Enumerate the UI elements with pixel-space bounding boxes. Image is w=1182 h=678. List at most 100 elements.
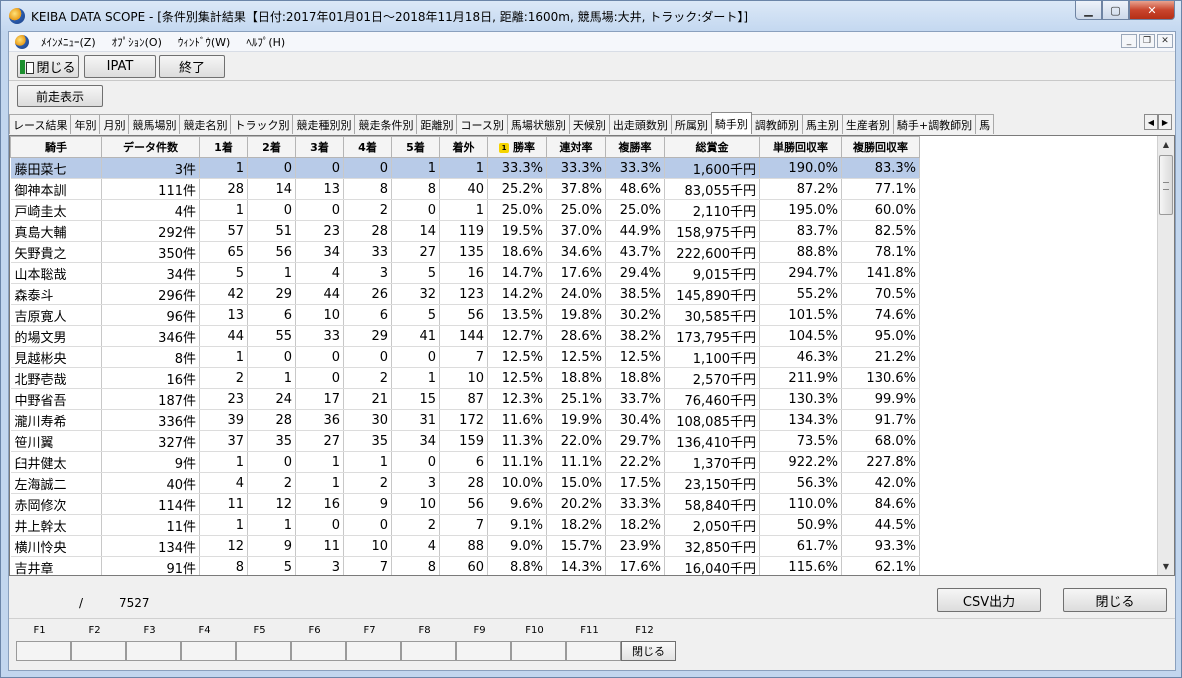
- table-row[interactable]: 藤田菜七 3件 1 0 0 0 1 1 33.3% 33.3% 33.3% 1,600千円 190.0%…: [10, 157, 920, 179]
- jockey-name-cell: 井上幹太: [10, 514, 102, 536]
- tab-scroll-left-icon[interactable]: ◀: [1144, 114, 1158, 130]
- table-row[interactable]: 臼井健太 9件 1 0 1 1 0 6 11.1% 11.1% 22.2% 1,370千円 922.2%…: [10, 451, 920, 473]
- scroll-up-icon[interactable]: ▲: [1158, 136, 1174, 153]
- scroll-down-icon[interactable]: ▼: [1158, 558, 1174, 575]
- table-cell: 296件: [101, 283, 200, 305]
- table-row[interactable]: 山本聡哉 34件 5 1 4 3 5 16 14.7% 17.6% 29.4% 9,015千円 294.…: [10, 262, 920, 284]
- close-window-button[interactable]: ✕: [1129, 1, 1175, 20]
- column-header-0[interactable]: 騎手: [10, 136, 102, 158]
- title-bar[interactable]: KEIBA DATA SCOPE - [条件別集計結果【日付:2017年01月0…: [1, 1, 1181, 31]
- close-button[interactable]: 閉じる: [1063, 588, 1167, 612]
- tab-19[interactable]: 馬: [975, 114, 995, 134]
- ipat-button[interactable]: IPAT: [84, 55, 156, 78]
- table-row[interactable]: 笹川翼 327件 37 35 27 35 34 159 11.3% 22.0% 29.7% 136,4…: [10, 430, 920, 452]
- column-header-2[interactable]: 1着: [199, 136, 248, 158]
- exit-button[interactable]: 終了: [159, 55, 225, 78]
- scroll-thumb[interactable]: [1159, 155, 1173, 215]
- column-header-3[interactable]: 2着: [247, 136, 296, 158]
- vertical-scrollbar[interactable]: ▲ ▼: [1157, 136, 1174, 575]
- table-row[interactable]: 中野省吾 187件 23 24 17 21 15 87 12.3% 25.1% 33.7% 76,46…: [10, 388, 920, 410]
- column-header-12[interactable]: 単勝回収率: [759, 136, 842, 158]
- tab-16[interactable]: 馬主別: [801, 114, 843, 134]
- table-row[interactable]: 真島大輔 292件 57 51 23 28 14 119 19.5% 37.0% 44.9% 158,…: [10, 220, 920, 242]
- fkey-button-7[interactable]: [346, 641, 401, 661]
- fkey-button-3[interactable]: [126, 641, 181, 661]
- table-cell: 15.0%: [546, 472, 606, 494]
- menu-main[interactable]: ﾒｲﾝﾒﾆｭｰ(Z): [33, 34, 104, 50]
- column-header-9[interactable]: 連対率: [546, 136, 606, 158]
- column-header-5[interactable]: 4着: [343, 136, 392, 158]
- tab-8[interactable]: 距離別: [416, 114, 458, 134]
- minimize-button[interactable]: ▁: [1075, 1, 1102, 20]
- mdi-minimize-button[interactable]: _: [1121, 34, 1137, 48]
- table-row[interactable]: 的場文男 346件 44 55 33 29 41 144 12.7% 28.6% 38.2% 173,…: [10, 325, 920, 347]
- menu-help[interactable]: ﾍﾙﾌﾟ(H): [238, 34, 293, 50]
- tab-2[interactable]: 月別: [99, 114, 130, 134]
- tab-14[interactable]: 騎手別: [710, 112, 752, 134]
- table-row[interactable]: 森泰斗 296件 42 29 44 26 32 123 14.2% 24.0% 38.5% 145,8…: [10, 283, 920, 305]
- fkey-button-11[interactable]: [566, 641, 621, 661]
- tab-5[interactable]: トラック別: [230, 114, 294, 134]
- tab-9[interactable]: コース別: [456, 114, 508, 134]
- table-row[interactable]: 瀧川寿希 336件 39 28 36 30 31 172 11.6% 19.9% 30.4% 108,…: [10, 409, 920, 431]
- mdi-close-button[interactable]: ✕: [1157, 34, 1173, 48]
- toolbar-close-button[interactable]: 閉じる: [17, 55, 79, 78]
- column-header-4[interactable]: 3着: [295, 136, 344, 158]
- document-logo-icon[interactable]: [15, 34, 29, 49]
- tab-11[interactable]: 天候別: [568, 114, 610, 134]
- table-row[interactable]: 吉原寛人 96件 13 6 10 6 5 56 13.5% 19.8% 30.2% 30,585千円 1…: [10, 304, 920, 326]
- tab-13[interactable]: 所属別: [670, 114, 712, 134]
- table-row[interactable]: 矢野貴之 350件 65 56 34 33 27 135 18.6% 34.6% 43.7% 222,…: [10, 241, 920, 263]
- table-row[interactable]: 見越彬央 8件 1 0 0 0 0 7 12.5% 12.5% 12.5% 1,100千円 46.3% 2…: [10, 346, 920, 368]
- table-cell: 17.6%: [546, 262, 606, 284]
- column-header-7[interactable]: 着外: [439, 136, 488, 158]
- tab-18[interactable]: 騎手+調教師別: [892, 114, 977, 134]
- table-row[interactable]: 左海誠二 40件 4 2 1 2 3 28 10.0% 15.0% 17.5% 23,150千円 56.…: [10, 472, 920, 494]
- table-cell: 96件: [101, 304, 200, 326]
- fkey-button-12[interactable]: 閉じる: [621, 641, 676, 661]
- tab-4[interactable]: 競走名別: [179, 114, 232, 134]
- fkey-button-5[interactable]: [236, 641, 291, 661]
- table-row[interactable]: 横川怜央 134件 12 9 11 10 4 88 9.0% 15.7% 23.9% 32,850千円…: [10, 535, 920, 557]
- column-header-8[interactable]: 1 勝率: [487, 136, 547, 158]
- prev-race-button[interactable]: 前走表示: [17, 85, 103, 107]
- column-header-6[interactable]: 5着: [391, 136, 440, 158]
- table-row[interactable]: 井上幹太 11件 1 1 0 0 2 7 9.1% 18.2% 18.2% 2,050千円 50.9% 4…: [10, 514, 920, 536]
- table-row[interactable]: 戸崎圭太 4件 1 0 0 2 0 1 25.0% 25.0% 25.0% 2,110千円 195.0%…: [10, 199, 920, 221]
- fkey-button-8[interactable]: [401, 641, 456, 661]
- table-row[interactable]: 北野壱哉 16件 2 1 0 2 1 10 12.5% 18.8% 18.8% 2,570千円 211.…: [10, 367, 920, 389]
- fkey-button-10[interactable]: [511, 641, 566, 661]
- tab-0[interactable]: レース結果: [9, 114, 72, 134]
- tab-7[interactable]: 競走条件別: [354, 114, 418, 134]
- column-header-label: 総賞金: [695, 141, 729, 154]
- tab-6[interactable]: 競走種別別: [292, 114, 356, 134]
- tab-scroll-right-icon[interactable]: ▶: [1158, 114, 1172, 130]
- fkey-button-6[interactable]: [291, 641, 346, 661]
- menu-options[interactable]: ｵﾌﾟｼｮﾝ(O): [104, 34, 170, 50]
- menu-window[interactable]: ｳｨﾝﾄﾞｳ(W): [170, 34, 238, 50]
- mdi-restore-button[interactable]: ❐: [1139, 34, 1155, 48]
- column-header-10[interactable]: 複勝率: [605, 136, 665, 158]
- column-header-1[interactable]: データ件数: [101, 136, 200, 158]
- table-cell: 110.0%: [759, 493, 842, 515]
- tab-1[interactable]: 年別: [70, 114, 101, 134]
- tab-3[interactable]: 競馬場別: [128, 114, 181, 134]
- table-row[interactable]: 吉井章 91件 8 5 3 7 8 60 8.8% 14.3% 17.6% 16,040千円 115.6…: [10, 556, 920, 575]
- tab-12[interactable]: 出走頭数別: [608, 114, 672, 134]
- fkey-button-4[interactable]: [181, 641, 236, 661]
- fkey-button-1[interactable]: [16, 641, 71, 661]
- table-row[interactable]: 赤岡修次 114件 11 12 16 9 10 56 9.6% 20.2% 33.3% 58,840千…: [10, 493, 920, 515]
- tab-10[interactable]: 馬場状態別: [506, 114, 570, 134]
- table-cell: 44.5%: [841, 514, 920, 536]
- fkey-button-9[interactable]: [456, 641, 511, 661]
- table-cell: 39: [199, 409, 248, 431]
- tab-15[interactable]: 調教師別: [750, 114, 803, 134]
- tab-17[interactable]: 生産者別: [841, 114, 894, 134]
- maximize-button[interactable]: ▢: [1102, 1, 1129, 20]
- table-row[interactable]: 御神本訓 111件 28 14 13 8 8 40 25.2% 37.8% 48.6% 83,055千…: [10, 178, 920, 200]
- csv-export-button[interactable]: CSV出力: [937, 588, 1041, 612]
- table-cell: 30: [343, 409, 392, 431]
- fkey-button-2[interactable]: [71, 641, 126, 661]
- column-header-13[interactable]: 複勝回収率: [841, 136, 920, 158]
- column-header-11[interactable]: 総賞金: [664, 136, 760, 158]
